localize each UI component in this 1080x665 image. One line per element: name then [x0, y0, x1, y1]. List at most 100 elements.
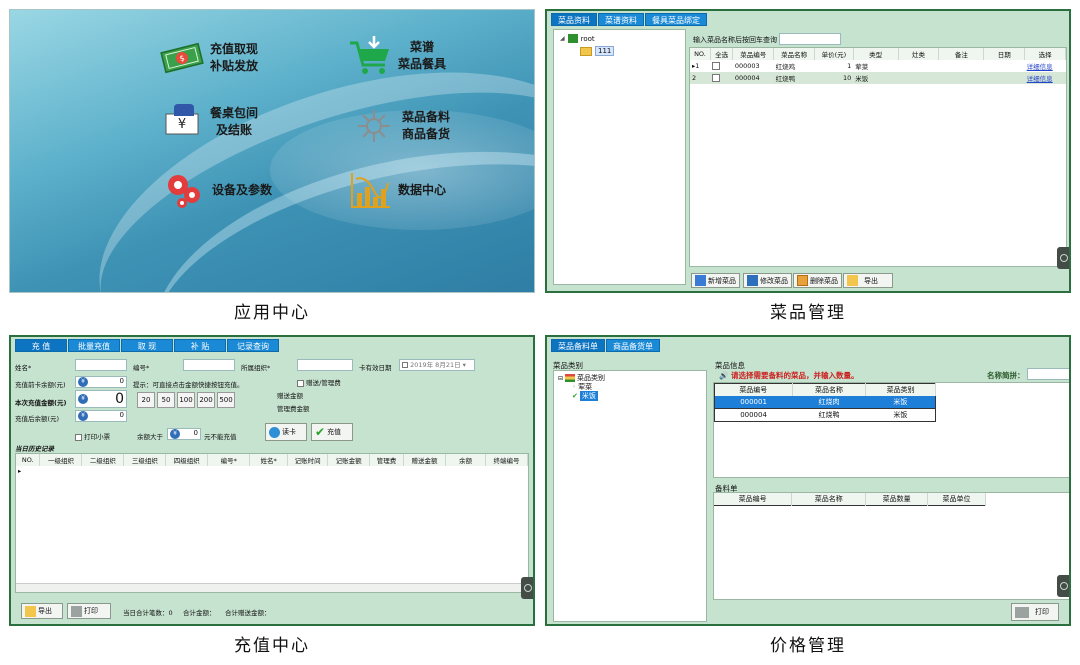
tab-goods-stock-list[interactable]: 商品备货单	[606, 339, 660, 352]
tab-tableware-binding[interactable]: 餐具菜品绑定	[645, 13, 707, 26]
side-panel-handle[interactable]	[1057, 575, 1069, 597]
folder-icon	[25, 605, 36, 617]
name-label: 姓名*	[15, 364, 32, 372]
card-valid-date-picker[interactable]: 2019年 8月21日 ▾	[399, 359, 475, 371]
table-row[interactable]: ▸	[16, 466, 528, 476]
tree-node-root[interactable]: ◢ root	[560, 34, 595, 43]
dish-code: 000004	[732, 72, 774, 84]
detail-link[interactable]: 详细信息	[1025, 60, 1066, 72]
quick-amount-500-button[interactable]: 500	[217, 392, 235, 408]
table-row[interactable]: 000004 红烧鸭 米饭	[714, 408, 936, 422]
balance-before-label: 充值前卡余额(元)	[15, 381, 66, 389]
select-all-header[interactable]: 全选	[710, 48, 734, 60]
column-header: 灶类	[898, 48, 940, 60]
dish-note	[938, 72, 984, 84]
tab-dish-info[interactable]: 菜品资料	[551, 13, 597, 26]
row-checkbox[interactable]	[710, 72, 733, 84]
delete-dish-button[interactable]: 删除菜品	[793, 273, 842, 288]
recharge-button[interactable]: ✔ 充值	[311, 423, 353, 441]
side-panel-handle[interactable]	[521, 577, 533, 599]
table-row[interactable]: ▸1 000003 红烧鸡 1 荤菜 详细信息	[690, 60, 1066, 72]
column-header: 三级组织	[123, 454, 167, 466]
tab-menu-info[interactable]: 菜谱资料	[598, 13, 644, 26]
yuan-coin-icon: ¥	[170, 429, 180, 439]
tab-batch-recharge[interactable]: 批量充值	[68, 339, 120, 352]
dish-price: 10	[814, 72, 854, 84]
quick-amount-50-button[interactable]: 50	[157, 392, 175, 408]
org-input[interactable]	[297, 359, 353, 371]
caption-app-center: 应用中心	[234, 303, 310, 323]
detail-link[interactable]: 详细信息	[1024, 72, 1066, 84]
app-tile-table-billing[interactable]: ¥¥ 餐桌包间及结账	[158, 100, 258, 144]
edit-dish-button[interactable]: 修改菜品	[743, 273, 792, 288]
tab-record-query[interactable]: 记录查询	[227, 339, 279, 352]
table-row[interactable]: 2 000004 红烧鸭 10 米饭 详细信息	[690, 72, 1066, 84]
name-search-input[interactable]	[1027, 368, 1069, 380]
tab-subsidy[interactable]: 补 贴	[174, 339, 226, 352]
category-icon	[565, 374, 576, 382]
app-tile-label: 菜品备料 商品备货	[402, 110, 451, 141]
button-label: 导出	[38, 607, 52, 615]
warning-message: 🔊 请选择需要备料的菜品，并输入数量。	[719, 371, 859, 380]
dish-category: 米饭	[865, 396, 936, 409]
table-header: NO. 一级组织 二级组织 三级组织 四级组织 编号* 姓名* 记账时间 记账金…	[16, 454, 529, 466]
amount-input[interactable]: ¥0	[75, 390, 127, 408]
quick-amount-100-button[interactable]: 100	[177, 392, 195, 408]
app-tile-data-center[interactable]: 数据中心	[346, 168, 446, 212]
tab-dish-prep-list[interactable]: 菜品备料单	[551, 339, 605, 352]
quick-amount-200-button[interactable]: 200	[197, 392, 215, 408]
button-label: 新增菜品	[708, 276, 736, 285]
quick-amount-hint: 提示：可直接点击金额快捷按钮充值。	[133, 381, 244, 389]
printer-icon	[1015, 606, 1029, 618]
print-button[interactable]: 打印	[67, 603, 111, 619]
export-button[interactable]: 导出	[843, 273, 893, 288]
print-button[interactable]: 打印	[1011, 603, 1059, 621]
row-checkbox[interactable]	[710, 60, 732, 72]
add-dish-button[interactable]: 新增菜品	[691, 273, 740, 288]
number-input[interactable]	[183, 359, 235, 371]
search-label: 输入菜品名称后按回车查询	[693, 36, 777, 44]
balance-limit-input[interactable]: ¥0	[167, 428, 201, 440]
eye-icon: ◦	[572, 383, 577, 391]
dish-stove	[898, 60, 939, 72]
column-header: NO.	[690, 48, 711, 60]
read-card-button[interactable]: 读卡	[265, 423, 307, 441]
name-input[interactable]	[75, 359, 127, 371]
tab-recharge[interactable]: 充 值	[15, 339, 67, 352]
app-tile-ingredients[interactable]: 菜品备料 商品备货	[350, 104, 450, 148]
side-panel-handle[interactable]	[1057, 247, 1069, 269]
horizontal-scrollbar[interactable]	[16, 583, 528, 592]
column-header: 终端编号	[485, 454, 529, 466]
add-icon	[695, 275, 706, 286]
dish-price: 1	[847, 62, 852, 70]
app-tile-devices[interactable]: 设备及参数	[160, 168, 272, 212]
dish-note	[939, 60, 984, 72]
dish-table: NO. 全选 菜品编号 菜品名称 单价(元) 类型 灶类 备注 日期 选择 ▸1	[689, 47, 1067, 267]
dish-search-input[interactable]	[779, 33, 841, 45]
column-header: 菜品类别	[865, 383, 936, 396]
column-header: 菜品编号	[714, 493, 793, 506]
gift-fee-checkbox[interactable]: 赠送/管理费	[297, 377, 341, 387]
app-tile-label: 设备及参数	[212, 182, 273, 197]
column-header: 二级组织	[81, 454, 125, 466]
balance-after-label: 充值后余额(元)	[15, 415, 60, 423]
quick-amount-20-button[interactable]: 20	[137, 392, 155, 408]
balance-before-field: ¥0	[75, 376, 127, 388]
table-row[interactable]: 000001 红烧肉 米饭	[714, 396, 936, 409]
org-label: 所属组织*	[241, 364, 271, 372]
app-tile-recharge[interactable]: $ 充值取现 补贴发放	[158, 36, 258, 80]
tree-child-label: 米饭	[579, 391, 598, 401]
tree-node-rice[interactable]: ✔ 米饭	[572, 391, 598, 401]
column-header: 日期	[983, 48, 1026, 60]
column-header: 赠送金额	[403, 454, 446, 466]
app-tile-menu[interactable]: 菜谱 菜品餐具	[346, 34, 446, 78]
prep-list-grid: 菜品编号 菜品名称 菜品数量 菜品单位	[714, 493, 986, 506]
column-header: 记账时间	[287, 454, 329, 466]
tab-withdraw[interactable]: 取 现	[121, 339, 173, 352]
export-button[interactable]: 导出	[21, 603, 63, 619]
print-receipt-checkbox[interactable]: 打印小票	[75, 431, 110, 441]
dish-type: 荤菜	[855, 63, 869, 71]
date-checkbox[interactable]	[402, 362, 408, 368]
tree-node-child[interactable]: 111	[580, 46, 615, 56]
dish-category-tree: ◢ root 111	[553, 29, 686, 285]
